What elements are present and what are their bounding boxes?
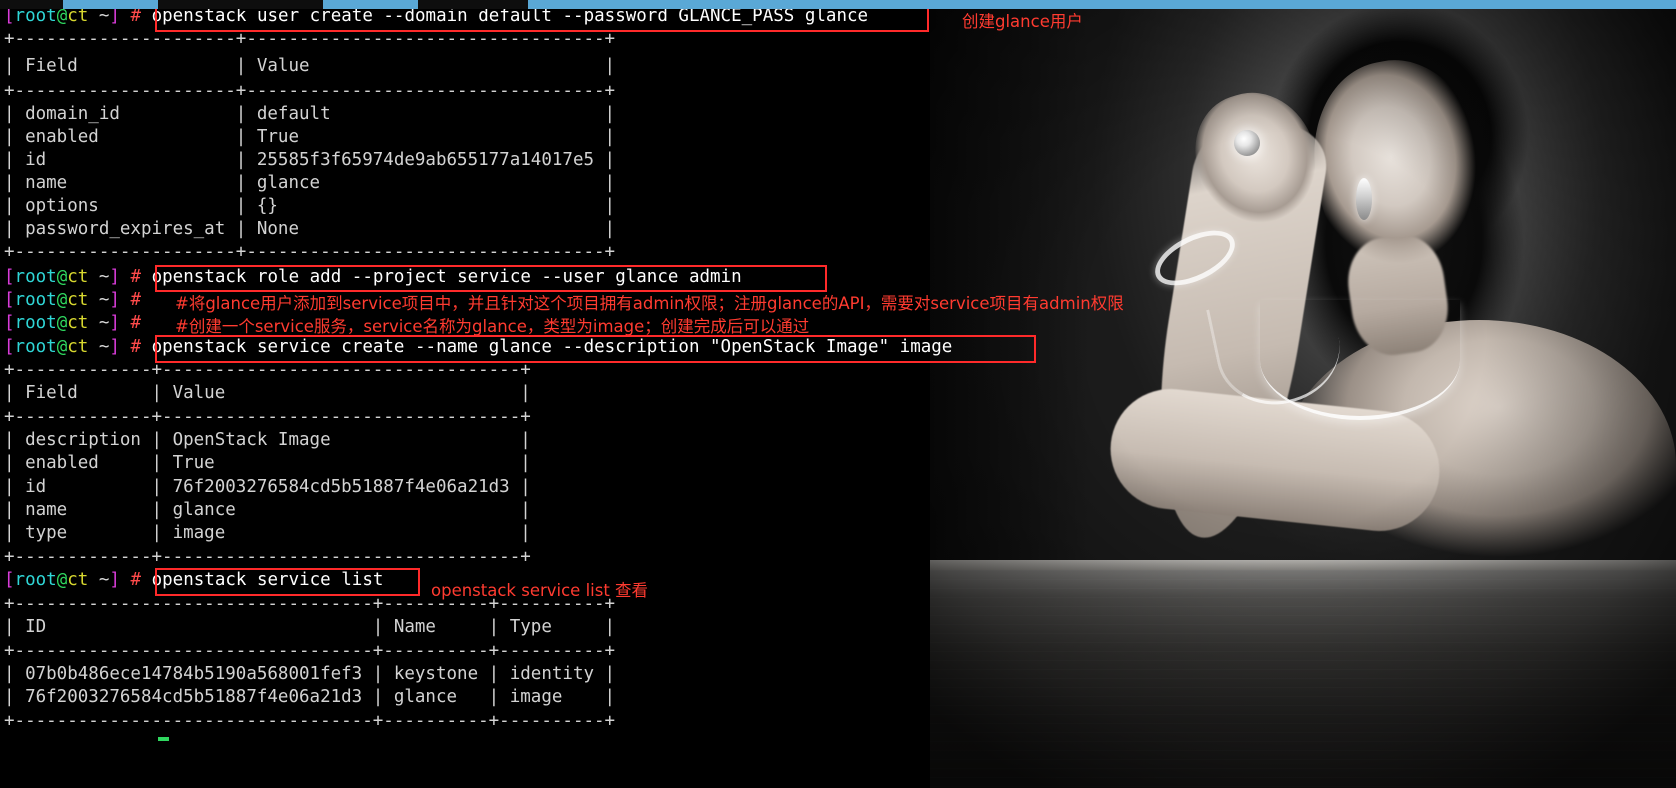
prompt-open-bracket: [	[4, 337, 15, 357]
table-rule: +---------------------+-----------------…	[4, 81, 616, 101]
prompt-user: root	[14, 313, 57, 333]
prompt-open-bracket: [	[4, 290, 15, 310]
table-row: | id | 76f2003276584cd5b51887f4e06a21d3 …	[4, 477, 531, 497]
table-rule: +-------------+-------------------------…	[4, 547, 531, 567]
prompt-close-bracket: ]	[109, 267, 120, 287]
prompt-host: ct	[67, 570, 89, 590]
table-rule: +-------------+-------------------------…	[4, 360, 531, 380]
terminal-line-prompt: [root@ct ~] # openstack service list	[4, 569, 383, 592]
prompt-hash: #	[130, 337, 142, 357]
prompt-cwd: ~	[98, 313, 110, 333]
table-row: | description | OpenStack Image |	[4, 430, 531, 450]
prompt-hash: #	[130, 313, 142, 333]
top-bar-segment	[418, 0, 528, 9]
terminal-line-prompt: [root@ct ~] #	[4, 289, 141, 312]
top-bar-segment	[158, 0, 323, 9]
terminal-line-prompt: [root@ct ~] #	[4, 312, 141, 335]
prompt-at: @	[56, 570, 68, 590]
table-row: | id | 25585f3f65974de9ab655177a14017e5 …	[4, 150, 616, 170]
prompt-cwd: ~	[98, 267, 110, 287]
table-rule: +----------------------------------+----…	[4, 711, 616, 731]
window-top-bar	[0, 0, 1676, 9]
prompt-hash: #	[130, 290, 142, 310]
prompt-hash: #	[130, 6, 142, 26]
annotation-create-user: 创建glance用户	[962, 12, 1083, 31]
table-row: | domain_id | default |	[4, 104, 616, 124]
table-row: | 07b0b486ece14784b5190a568001fef3 | key…	[4, 664, 616, 684]
prompt-cwd: ~	[98, 570, 110, 590]
prompt-close-bracket: ]	[109, 6, 120, 26]
prompt-close-bracket: ]	[109, 313, 120, 333]
prompt-user: root	[14, 337, 57, 357]
prompt-cwd: ~	[98, 337, 110, 357]
prompt-at: @	[56, 313, 68, 333]
terminal-line-prompt: [root@ct ~] # openstack service create -…	[4, 336, 952, 359]
prompt-at: @	[56, 337, 68, 357]
table-row: | enabled | True |	[4, 127, 616, 147]
prompt-host: ct	[67, 337, 89, 357]
prompt-host: ct	[67, 267, 89, 287]
prompt-at: @	[56, 6, 68, 26]
prompt-host: ct	[67, 290, 89, 310]
table-row: | name | glance |	[4, 500, 531, 520]
photo-vignette	[930, 0, 1676, 788]
prompt-open-bracket: [	[4, 6, 15, 26]
command-service-list[interactable]: openstack service list	[152, 570, 384, 590]
prompt-user: root	[14, 6, 57, 26]
table-rule: +---------------------+-----------------…	[4, 242, 616, 262]
table-row: | name | glance |	[4, 173, 616, 193]
table-rule: +-------------+-------------------------…	[4, 407, 531, 427]
prompt-hash: #	[130, 267, 142, 287]
prompt-at: @	[56, 267, 68, 287]
table-row: | options | {} |	[4, 196, 616, 216]
command-service-create[interactable]: openstack service create --name glance -…	[152, 337, 953, 357]
prompt-user: root	[14, 267, 57, 287]
prompt-cwd: ~	[98, 290, 110, 310]
prompt-user: root	[14, 290, 57, 310]
table-row: | password_expires_at | None |	[4, 219, 616, 239]
inline-comment-service: #创建一个service服务，service名称为glance，类型为image…	[175, 317, 810, 336]
terminal-line-prompt: [root@ct ~] # openstack role add --proje…	[4, 266, 742, 289]
table-rule: +----------------------------------+----…	[4, 641, 616, 661]
background-photo	[930, 0, 1676, 788]
table-header: | ID | Name | Type |	[4, 617, 616, 637]
top-bar-segment	[0, 0, 63, 9]
prompt-host: ct	[67, 6, 89, 26]
table-header: | Field | Value |	[4, 383, 531, 403]
annotation-service-list: openstack service list 查看	[431, 581, 649, 600]
prompt-open-bracket: [	[4, 313, 15, 333]
prompt-close-bracket: ]	[109, 570, 120, 590]
prompt-user: root	[14, 570, 57, 590]
prompt-close-bracket: ]	[109, 337, 120, 357]
table-row: | type | image |	[4, 523, 531, 543]
inline-comment-role: #将glance用户添加到service项目中，并且针对这个项目拥有admin权…	[175, 294, 1124, 313]
terminal-cursor	[158, 737, 169, 741]
table-row: | 76f2003276584cd5b51887f4e06a21d3 | gla…	[4, 687, 616, 707]
command-role-add[interactable]: openstack role add --project service --u…	[152, 267, 742, 287]
prompt-open-bracket: [	[4, 570, 15, 590]
prompt-cwd: ~	[98, 6, 110, 26]
prompt-open-bracket: [	[4, 267, 15, 287]
prompt-host: ct	[67, 313, 89, 333]
prompt-hash: #	[130, 570, 142, 590]
prompt-close-bracket: ]	[109, 290, 120, 310]
prompt-at: @	[56, 290, 68, 310]
table-rule: +---------------------+-----------------…	[4, 29, 616, 49]
command-user-create[interactable]: openstack user create --domain default -…	[152, 6, 868, 26]
table-row: | enabled | True |	[4, 453, 531, 473]
table-header: | Field | Value |	[4, 56, 616, 76]
terminal-window[interactable]: [root@ct ~] # openstack user create --do…	[0, 0, 952, 788]
